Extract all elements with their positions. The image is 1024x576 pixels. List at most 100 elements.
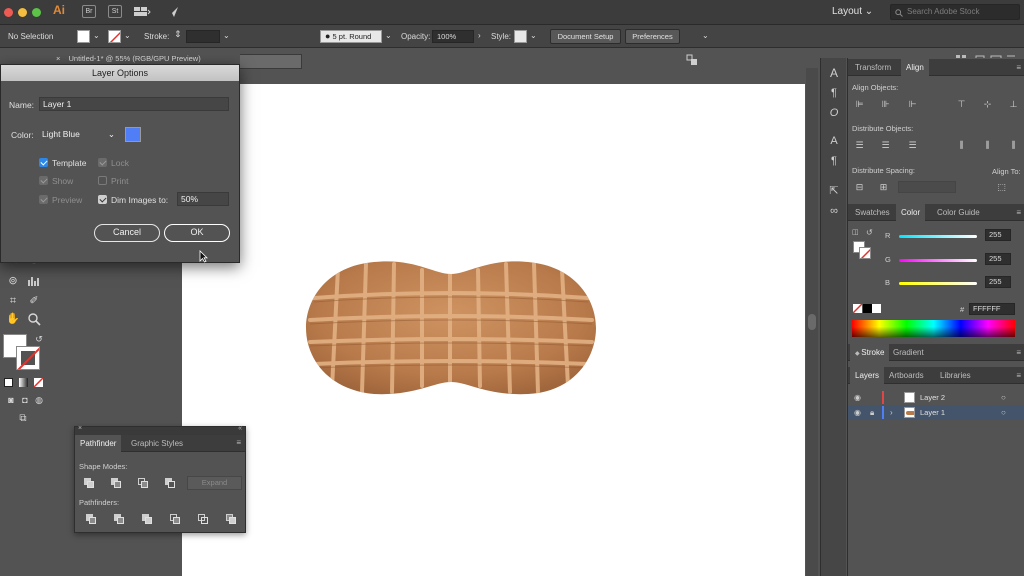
white-swatch[interactable] (872, 304, 881, 313)
align-right-icon[interactable]: ⊩ (907, 99, 918, 109)
merge-icon[interactable] (142, 514, 153, 524)
r-value-field[interactable]: 255 (985, 229, 1011, 241)
lock-icon[interactable]: 🔒︎ (870, 405, 874, 420)
arrange-documents-icon[interactable] (133, 5, 151, 18)
stroke-color-box[interactable] (16, 346, 40, 370)
crop-icon[interactable] (170, 514, 181, 524)
distribute-right-icon[interactable]: ⫼ (1008, 140, 1019, 150)
g-value-field[interactable]: 255 (985, 253, 1011, 265)
character-styles-icon[interactable]: A (827, 134, 841, 148)
preview-checkbox[interactable] (39, 195, 48, 204)
g-slider[interactable] (899, 259, 977, 262)
panel-menu-icon[interactable]: ≡ (1016, 371, 1021, 380)
distribute-hcenter-icon[interactable]: ⫼ (982, 140, 993, 150)
minimize-window-button[interactable] (18, 8, 27, 17)
r-slider[interactable] (899, 235, 977, 238)
vertical-spacing-icon[interactable]: ⊟ (854, 182, 865, 192)
print-checkbox[interactable] (98, 176, 107, 185)
intersect-icon[interactable] (138, 478, 149, 488)
zoom-tool-icon[interactable] (27, 312, 41, 326)
fill-swatch[interactable] (77, 30, 90, 43)
horizontal-spacing-icon[interactable]: ⊞ (878, 182, 889, 192)
hex-value-field[interactable]: FFFFFF (969, 303, 1015, 315)
color-mode-icon[interactable] (4, 378, 13, 387)
column-graph-tool-icon[interactable] (27, 274, 41, 288)
scrollbar-thumb[interactable] (808, 314, 816, 330)
tab-swatches[interactable]: Swatches (850, 204, 895, 221)
target-circle-icon[interactable]: ○ (1001, 390, 1006, 405)
tab-color-guide[interactable]: Color Guide (932, 204, 985, 221)
expand-button[interactable]: Expand (187, 476, 242, 490)
align-top-icon[interactable]: ⊤ (956, 99, 967, 109)
close-icon[interactable]: × (78, 425, 82, 432)
links-icon[interactable]: ∞ (827, 204, 841, 218)
chevron-down-icon[interactable]: ⌄ (223, 31, 230, 40)
maximize-window-button[interactable] (32, 8, 41, 17)
tab-layers[interactable]: Layers (850, 367, 885, 384)
screen-mode-icon[interactable]: ⧉ (16, 412, 30, 426)
document-setup-button[interactable]: Document Setup (550, 29, 621, 44)
none-color-swatch[interactable] (853, 304, 862, 313)
swap-fill-stroke-icon[interactable]: ↺ (32, 332, 46, 346)
none-mode-icon[interactable] (34, 378, 43, 387)
visibility-eye-icon[interactable]: ◉ (854, 405, 861, 420)
layer-name[interactable]: Layer 2 (920, 390, 945, 405)
exclude-icon[interactable] (165, 478, 176, 488)
stock-icon[interactable]: St (108, 5, 122, 18)
outline-icon[interactable] (198, 514, 209, 524)
ok-button[interactable]: OK (164, 224, 230, 242)
chevron-down-icon[interactable]: ⌄ (702, 31, 709, 40)
hand-tool-icon[interactable]: ✋ (6, 312, 20, 326)
dim-images-checkbox[interactable] (98, 195, 107, 204)
eyedropper-tool-icon[interactable]: ✐ (27, 294, 41, 308)
export-icon[interactable]: ⇱ (827, 184, 841, 198)
bridge-icon[interactable]: Br (82, 5, 96, 18)
target-circle-icon[interactable]: ○ (1001, 405, 1006, 420)
distribute-top-icon[interactable]: ☰ (854, 140, 865, 150)
tab-transform[interactable]: Transform (850, 59, 896, 76)
gradient-mode-icon[interactable] (19, 378, 28, 387)
brush-definition[interactable]: ● 5 pt. Round (320, 30, 382, 43)
layer-row-selected[interactable]: ◉ 🔒︎ › Layer 1 ○ (848, 405, 1024, 420)
trim-icon[interactable] (114, 514, 125, 524)
align-to-selection-icon[interactable]: ⬚ (996, 182, 1007, 192)
tab-stroke[interactable]: ◆ Stroke (850, 344, 890, 361)
swap-colors-icon[interactable]: ↺ (866, 228, 873, 237)
close-window-button[interactable] (4, 8, 13, 17)
tab-gradient[interactable]: Gradient (888, 344, 929, 361)
minus-back-icon[interactable] (226, 514, 237, 524)
align-vcenter-icon[interactable]: ⊹ (982, 99, 993, 109)
tab-graphic-styles[interactable]: Graphic Styles (126, 435, 188, 452)
character-icon[interactable]: A (827, 66, 841, 80)
divide-icon[interactable] (86, 514, 97, 524)
stock-search-input[interactable]: Search Adobe Stock (890, 4, 1020, 20)
arrange-icon[interactable] (686, 54, 698, 66)
chevron-down-icon[interactable]: ⌄ (385, 31, 392, 40)
draw-normal-icon[interactable]: ◙ (4, 393, 18, 407)
chevron-down-icon[interactable]: ⌄ (124, 31, 131, 40)
distribute-left-icon[interactable]: ⫼ (956, 140, 967, 150)
tab-pathfinder[interactable]: Pathfinder (75, 435, 122, 452)
symbol-sprayer-tool-icon[interactable]: ⊚ (6, 274, 20, 288)
panel-drag-bar[interactable]: × « (75, 425, 245, 435)
peanut-cookie-image[interactable] (304, 258, 598, 398)
artboard-tool-icon[interactable]: ⌗ (6, 294, 20, 308)
stroke-weight-field[interactable] (186, 30, 220, 43)
layer-name[interactable]: Layer 1 (920, 405, 945, 420)
stroke-weight-stepper[interactable]: ⇕ (174, 29, 182, 40)
stroke-swatch[interactable] (108, 30, 121, 43)
gpu-performance-icon[interactable] (166, 5, 180, 19)
collapse-icon[interactable]: « (238, 425, 242, 432)
chevron-right-icon[interactable]: › (478, 31, 481, 40)
layer-color-swatch[interactable] (125, 127, 141, 142)
tab-align[interactable]: Align (901, 59, 929, 76)
b-value-field[interactable]: 255 (985, 276, 1011, 288)
draw-inside-icon[interactable]: ◍ (32, 393, 46, 407)
paragraph-icon[interactable]: ¶ (827, 86, 841, 100)
draw-behind-icon[interactable]: ◘ (18, 393, 32, 407)
panel-menu-icon[interactable]: ≡ (236, 438, 241, 447)
layer-color-select[interactable]: Light Blue ⌄ (39, 127, 119, 141)
tab-libraries[interactable]: Libraries (935, 367, 976, 384)
color-spectrum[interactable] (852, 320, 1015, 337)
default-colors-icon[interactable]: ◫ (852, 228, 859, 236)
